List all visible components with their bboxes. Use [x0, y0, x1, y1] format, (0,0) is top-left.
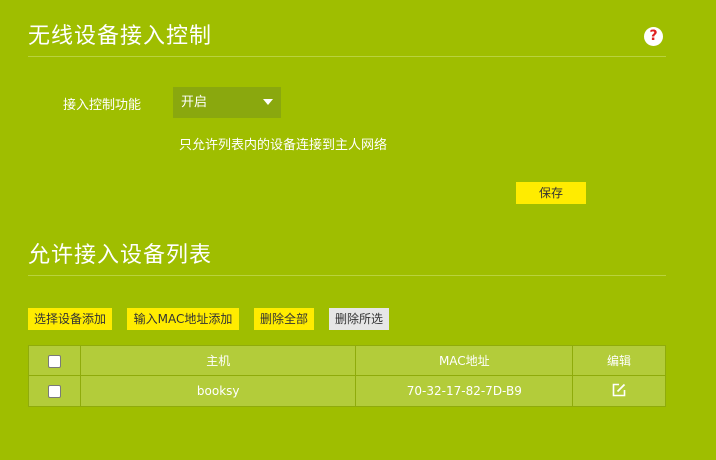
row-checkbox[interactable]	[47, 385, 61, 398]
delete-all-button[interactable]: 删除全部	[254, 308, 314, 330]
row-checkbox-cell	[28, 375, 81, 407]
table-row: booksy 70-32-17-82-7D-B9	[28, 375, 666, 407]
header-checkbox-cell	[28, 345, 81, 376]
allowed-devices-table: 主机 MAC地址 编辑 booksy 70-32-17-82-7D-B9	[28, 345, 666, 407]
select-device-add-button[interactable]: 选择设备添加	[28, 308, 112, 330]
save-button[interactable]: 保存	[516, 182, 586, 204]
mac-add-button[interactable]: 输入MAC地址添加	[127, 308, 239, 330]
access-control-title: 无线设备接入控制	[28, 24, 213, 49]
row-host: booksy	[79, 375, 357, 407]
row-mac: 70-32-17-82-7D-B9	[355, 375, 574, 407]
list-title-divider	[28, 275, 666, 276]
access-control-select[interactable]: 开启	[173, 87, 281, 118]
select-all-checkbox[interactable]	[47, 354, 61, 368]
help-icon[interactable]: ?	[644, 27, 663, 46]
dropdown-caret-icon	[263, 99, 273, 105]
header-host: 主机	[79, 345, 357, 376]
access-control-select-value: 开启	[181, 95, 208, 110]
header-edit: 编辑	[572, 345, 666, 376]
table-header-row: 主机 MAC地址 编辑	[28, 345, 666, 376]
access-control-label: 接入控制功能	[63, 98, 142, 113]
edit-icon[interactable]	[612, 383, 626, 400]
header-mac: MAC地址	[355, 345, 574, 376]
allowed-devices-title: 允许接入设备列表	[28, 243, 213, 268]
access-control-hint: 只允许列表内的设备连接到主人网络	[179, 138, 388, 153]
row-edit-cell	[572, 375, 666, 407]
title-divider	[28, 56, 666, 57]
delete-selected-button[interactable]: 删除所选	[329, 308, 389, 330]
